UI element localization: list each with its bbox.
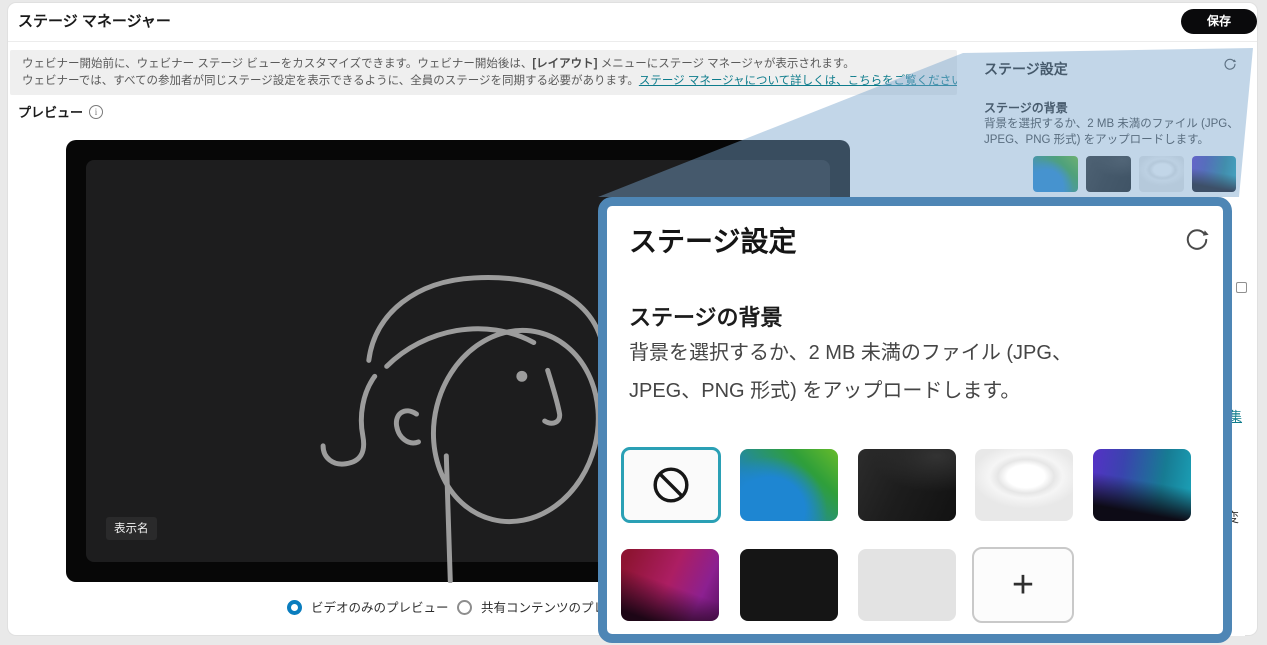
add-background-button[interactable]: + <box>972 547 1074 623</box>
notice-banner: ウェビナー開始前に、ウェビナー ステージ ビューをカスタマイズできます。ウェビナ… <box>10 50 957 95</box>
header-divider <box>8 41 1257 42</box>
magnifier-section-title: ステージの背景 <box>629 300 783 332</box>
sidebar-section-title: ステージの背景 <box>984 99 1068 116</box>
notice-line-2: ウェビナーでは、すべての参加者が同じステージ設定を表示できるように、全員のステー… <box>22 73 945 90</box>
save-button[interactable]: 保存 <box>1181 9 1257 34</box>
stage-settings-magnifier: ステージ設定 ステージの背景 背景を選択するか、2 MB 未満のファイル (JP… <box>598 197 1232 643</box>
page-title: ステージ マネージャー <box>18 10 171 31</box>
bg-tile-purple-teal[interactable] <box>1093 449 1191 521</box>
sidebar-description-line1: 背景を選択するか、2 MB 未満のファイル (JPG、 <box>984 115 1239 131</box>
notice-line-1: ウェビナー開始前に、ウェビナー ステージ ビューをカスタマイズできます。ウェビナ… <box>22 56 945 73</box>
radio-video-only-label[interactable]: ビデオのみのプレビュー <box>311 601 449 616</box>
bg-tile-blue-green[interactable] <box>1033 156 1078 192</box>
bg-tile-dark-charcoal[interactable] <box>1086 156 1131 192</box>
magnifier-title: ステージ設定 <box>629 220 796 260</box>
display-name-badge: 表示名 <box>106 517 157 540</box>
sidebar-description-line2: JPEG、PNG 形式) をアップロードします。 <box>984 131 1209 147</box>
learn-more-link[interactable]: ステージ マネージャについて詳しくは、こちらをご覧ください。 <box>639 75 957 87</box>
bg-tile-blue-green[interactable] <box>740 449 838 521</box>
sidebar-title: ステージ設定 <box>984 59 1068 79</box>
preview-heading: プレビュー <box>18 102 103 121</box>
info-icon[interactable] <box>89 105 103 119</box>
radio-shared-content[interactable] <box>457 600 472 615</box>
bg-tile-solid-light-gray[interactable] <box>858 549 956 621</box>
bg-tile-solid-black[interactable] <box>740 549 838 621</box>
bg-tile-purple-teal[interactable] <box>1192 156 1236 192</box>
prohibited-icon <box>648 462 694 508</box>
plus-icon: + <box>1012 564 1034 607</box>
magnifier-description-line1: 背景を選択するか、2 MB 未満のファイル (JPG、 <box>629 336 1072 365</box>
bg-tile-light-gray[interactable] <box>975 449 1073 521</box>
magnifier-description-line2: JPEG、PNG 形式) をアップロードします。 <box>629 374 1020 403</box>
bg-tile-dark-charcoal[interactable] <box>858 449 956 521</box>
refresh-icon[interactable] <box>1182 226 1212 256</box>
sidebar-checkbox-fragment[interactable] <box>1236 282 1247 293</box>
bg-tile-red-magenta[interactable] <box>621 549 719 621</box>
app-window: ステージ マネージャー 保存 ウェビナー開始前に、ウェビナー ステージ ビューを… <box>0 0 1267 645</box>
radio-video-only[interactable] <box>287 600 302 615</box>
bg-tile-light-gray[interactable] <box>1139 156 1184 192</box>
bg-tile-none[interactable] <box>621 447 721 523</box>
refresh-icon[interactable] <box>1222 57 1238 73</box>
